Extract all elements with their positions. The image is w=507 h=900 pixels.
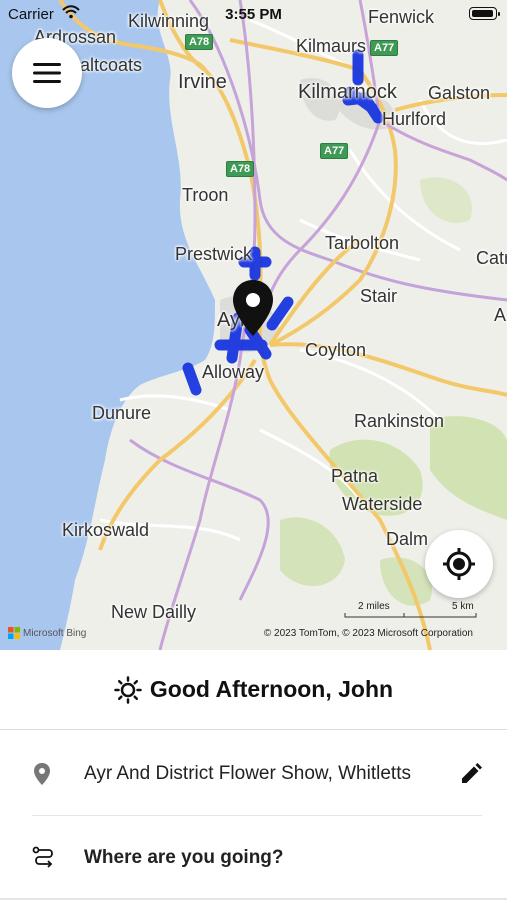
place-label: Catr (476, 248, 507, 268)
place-label: Alloway (202, 362, 265, 382)
status-time: 3:55 PM (225, 6, 282, 23)
place-label: altcoats (80, 55, 143, 75)
locate-icon (443, 548, 475, 580)
status-bar: Carrier 3:55 PM (0, 0, 507, 28)
greeting-header: Good Afternoon, John (0, 650, 507, 730)
place-label: Prestwick (175, 244, 253, 264)
route-icon (32, 846, 68, 870)
map-scale: 2 miles 5 km (340, 600, 480, 620)
scale-miles-label: 2 miles (358, 601, 390, 612)
origin-row[interactable]: Ayr And District Flower Show, Whitletts (32, 732, 482, 816)
place-label: Hurlford (382, 109, 447, 129)
place-label: Dalm (386, 529, 429, 549)
place-label: Kirkoswald (62, 520, 150, 540)
battery-icon (469, 7, 500, 20)
place-label: Patna (331, 466, 379, 486)
place-label: Coylton (305, 340, 367, 360)
origin-text: Ayr And District Flower Show, Whitletts (84, 762, 411, 784)
place-label: Waterside (342, 494, 423, 514)
road-shield: A78 (226, 161, 255, 177)
place-label: Tarbolton (325, 233, 400, 253)
place-label: Dunure (92, 403, 152, 423)
place-label: Stair (360, 286, 398, 306)
place-label: Kilmarnock (298, 81, 397, 103)
place-label: Irvine (178, 71, 227, 93)
greeting-text: Good Afternoon, John (149, 676, 394, 702)
place-label: New Dailly (111, 602, 197, 622)
road-shield: A77 (370, 40, 399, 56)
hamburger-icon (33, 63, 61, 83)
place-label: Kilmaurs (296, 36, 367, 56)
map-copyright: © 2023 TomTom, © 2023 Microsoft Corporat… (263, 628, 473, 639)
scale-km-label: 5 km (452, 601, 474, 612)
road-shield: A77 (320, 143, 349, 159)
destination-row[interactable]: Where are you going? (32, 816, 482, 900)
menu-button[interactable] (12, 38, 82, 108)
trip-panel: Good Afternoon, John Ayr And District Fl… (0, 650, 507, 900)
destination-input[interactable]: Where are you going? (84, 847, 482, 869)
pencil-icon (462, 762, 482, 783)
bing-logo: Microsoft Bing (8, 627, 86, 639)
place-label: Rankinston (354, 411, 445, 431)
provider-label: Microsoft Bing (23, 627, 87, 639)
place-label: Galston (428, 83, 491, 103)
microsoft-logo-icon (8, 627, 20, 639)
place-label: Troon (182, 185, 229, 205)
scale-bar (344, 613, 477, 618)
place-label: A (494, 305, 507, 325)
road-shield: A78 (185, 34, 214, 50)
sun-icon (114, 675, 142, 704)
location-pin-icon (32, 762, 68, 786)
map-pin-icon[interactable] (231, 278, 275, 340)
edit-origin-button[interactable] (454, 762, 482, 785)
locate-me-button[interactable] (425, 530, 493, 598)
